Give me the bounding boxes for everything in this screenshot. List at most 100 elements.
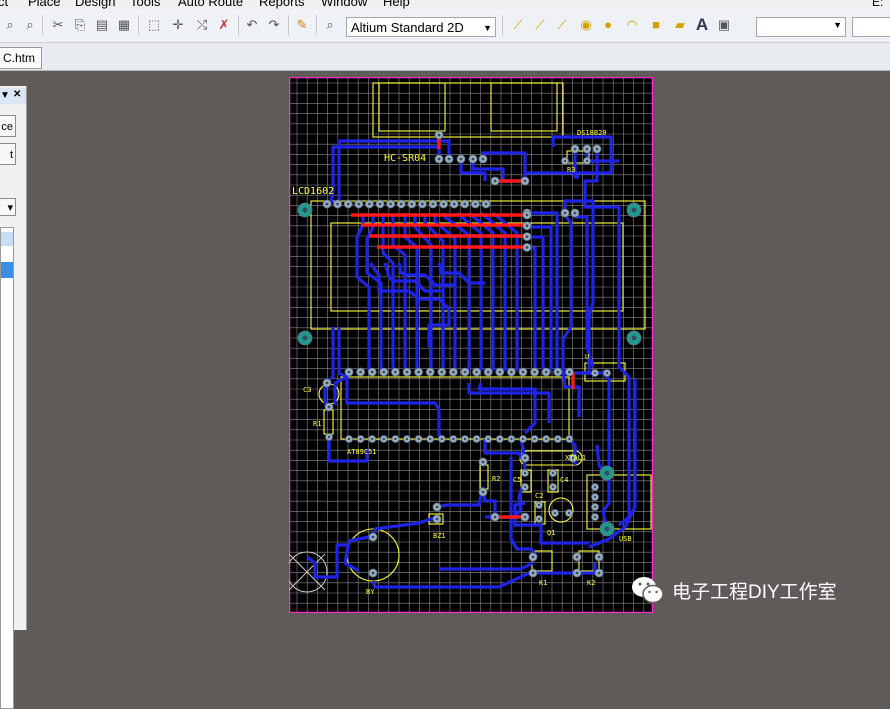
pad-hole [486,437,490,441]
label-r1: R1 [313,420,321,428]
pad-hole [447,157,451,161]
pad-hole [563,159,567,163]
pad-hole [553,511,557,515]
list-item[interactable] [1,262,13,278]
menu-place[interactable]: Place [28,0,61,9]
move-icon[interactable]: ✛ [170,17,186,33]
pad-hole [523,485,527,489]
cross-probe-icon[interactable]: ✎ [294,17,310,33]
multi-route-icon[interactable]: ⟋ [554,17,570,33]
list-item[interactable] [1,232,13,246]
pad-hole [593,515,597,519]
pad-hole [585,147,589,151]
watermark-text: 电子工程DIY工作室 [672,581,837,603]
menu-project[interactable]: ct [0,0,8,9]
copy-icon[interactable]: ⎘ [72,17,88,33]
pad-hole [544,437,548,441]
pcb-board[interactable]: HC-SR04 DS18B20 R3 LCD1602 C3 R1 AT89C51… [289,77,653,613]
label-c3: C3 [303,386,311,394]
menu-tools[interactable]: Tools [130,0,160,9]
deselect-icon[interactable]: ⤭ [194,17,210,33]
pad-hole [484,202,488,206]
pad-hole [604,526,610,532]
pad-hole [523,471,527,475]
chevron-down-icon[interactable]: ▼ [0,90,10,101]
pad-hole [498,437,502,441]
pad-hole [631,207,637,213]
label-r2: R2 [492,475,500,483]
place-polygon-icon[interactable]: ▰ [672,17,688,33]
rubber-stamp-icon[interactable]: ▦ [116,17,132,33]
toolbar-combo[interactable] [852,17,890,37]
component-icon[interactable]: ▣ [716,17,732,33]
label-xtal: XTAL1 [565,454,586,462]
pad-hole [525,213,529,217]
pad-hole [544,370,548,374]
select-area-icon[interactable]: ⬚ [146,17,162,33]
pad-hole [481,157,485,161]
pad-hole [595,147,599,151]
place-pad-icon[interactable]: ◉ [578,17,594,33]
pad-hole [405,370,409,374]
place-via-icon[interactable]: ● [600,17,616,33]
pad-hole [604,470,610,476]
pad-hole [410,202,414,206]
label-k2: K2 [587,579,595,587]
panel-list [0,227,14,709]
document-tab[interactable]: C.htm [0,47,43,69]
menu-reports[interactable]: Reports [259,0,305,9]
panel-dropdown[interactable]: ▾ [0,198,16,216]
pad-hole [563,211,567,215]
pad-hole [573,147,577,151]
panel-button[interactable]: t [0,143,16,165]
zoom-icon[interactable]: ⌕ [2,17,18,33]
menu-help[interactable]: Help [383,0,410,9]
pad-hole [368,202,371,206]
pad-hole [371,571,375,575]
pad-hole [568,370,571,374]
label-c2: C2 [535,492,543,500]
pad-hole [435,517,439,521]
redo-icon[interactable]: ↷ [266,17,282,33]
pad-hole [573,211,577,215]
toolbar: ⌕ ⌕ ✂ ⎘ ▤ ▦ ⬚ ✛ ⤭ ✗ ↶ ↷ ✎ ⌕ Altium Stand… [0,9,890,43]
label-ds: DS18B20 [577,129,607,137]
pad-hole [442,202,445,206]
diff-pair-route-icon[interactable]: ⟋ [532,17,548,33]
pad-hole [525,246,529,249]
zoom-selected-icon[interactable]: ⌕ [22,17,38,33]
pad-hole [597,555,601,559]
paste-icon[interactable]: ▤ [94,17,110,33]
pad-hole [556,370,560,374]
browse-components-icon[interactable]: ⌕ [322,17,338,33]
menu-auto-route[interactable]: Auto Route [178,0,243,9]
clear-icon[interactable]: ✗ [216,17,232,33]
undo-icon[interactable]: ↶ [244,17,260,33]
interactive-route-icon[interactable]: ⟋ [510,17,526,33]
pad-hole [336,202,339,206]
toolbar-combo[interactable]: ▼ [756,17,846,37]
pad-hole [525,235,529,239]
pad-hole [389,202,392,206]
toolbar-separator [42,15,43,35]
toolbar-separator [502,15,503,35]
pad-hole [593,495,597,499]
pad-hole [567,511,571,515]
view-mode-select[interactable]: Altium Standard 2D ▼ [346,17,496,37]
pad-hole [575,555,579,559]
pad-hole [474,202,477,206]
menu-design[interactable]: Design [75,0,115,9]
place-string-icon[interactable]: A [694,16,710,33]
menu-window[interactable]: Window [321,0,367,9]
pad-hole [370,437,374,441]
label-k1: K1 [539,579,547,587]
place-arc-icon[interactable]: ◠ [624,17,640,33]
place-fill-icon[interactable]: ■ [648,17,664,33]
panel-button[interactable]: ce [0,115,16,137]
close-icon[interactable]: ✕ [13,89,21,100]
cut-icon[interactable]: ✂ [50,17,66,33]
pad-hole [421,202,424,206]
pad-hole [525,224,529,228]
pad-hole [593,485,597,489]
pad-hole [417,370,420,374]
